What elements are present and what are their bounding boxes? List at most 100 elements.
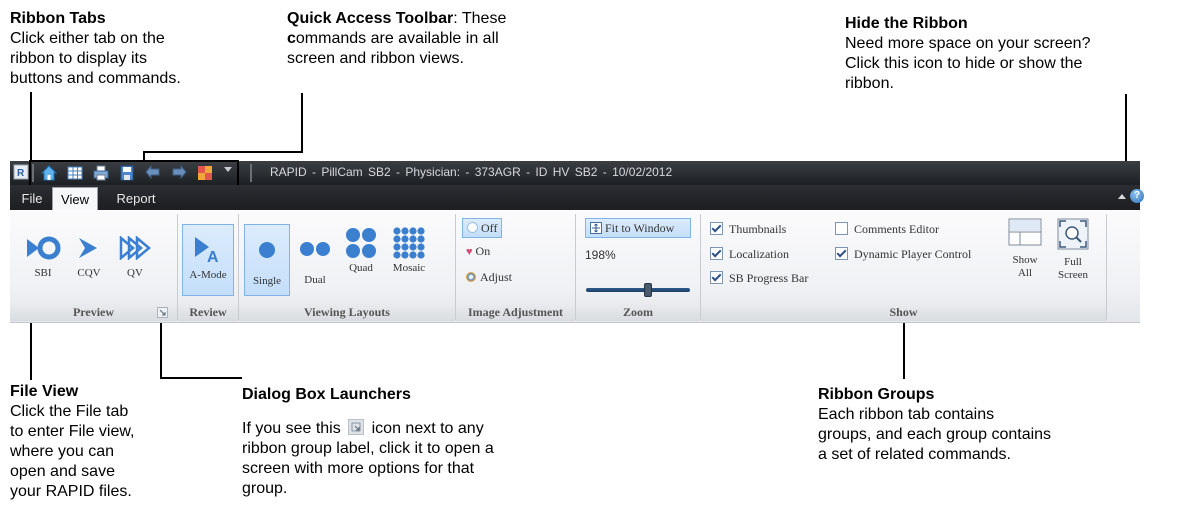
callout-line: icon next to any: [371, 420, 484, 437]
cqv-icon: [79, 238, 97, 258]
app-icon[interactable]: R: [13, 164, 29, 180]
dialog-launcher-icon: [348, 419, 365, 435]
callout-line: ommands are available in all: [295, 30, 499, 47]
qat-highlight-frame: [29, 160, 239, 188]
callout-line: groups, and each group contains: [818, 426, 1052, 443]
mosaic-label: Mosaic: [392, 262, 426, 274]
callout-lead: c: [287, 30, 296, 47]
full-screen-button[interactable]: Full Screen: [1050, 218, 1096, 296]
callout-file-view: File View Click the File tab to enter Fi…: [10, 382, 135, 502]
dual-layout-icon: [300, 242, 330, 256]
callout-line: Click the File tab: [10, 403, 129, 420]
callout-ribbon-groups: Ribbon Groups Each ribbon tab contains g…: [818, 385, 1051, 465]
thumbnails-label: Thumbnails: [729, 222, 787, 236]
zoom-slider-thumb[interactable]: [644, 283, 652, 297]
mosaic-layout-button[interactable]: Mosaic: [386, 226, 432, 294]
callout-line: open and save: [10, 463, 115, 480]
dual-label: Dual: [304, 274, 326, 286]
callout-line: a set of related commands.: [818, 446, 1011, 463]
dialog-launcher-arrow-icon: [159, 309, 166, 316]
quad-label: Quad: [349, 262, 373, 274]
callout-title-suffix: : These: [453, 10, 507, 27]
callout-line: group.: [242, 480, 288, 497]
full-screen-line1: Full: [1064, 256, 1082, 268]
cqv-button[interactable]: CQV: [68, 236, 110, 290]
group-label-zoom: Zoom: [576, 304, 700, 321]
callout-line: Click either tab on the: [10, 30, 165, 47]
adjust-icon: [466, 272, 476, 282]
callout-ribbon-tabs: Ribbon Tabs Click either tab on the ribb…: [10, 9, 181, 89]
callout-title: Hide the Ribbon: [845, 15, 968, 32]
callout-line: If you see this: [242, 420, 341, 437]
leader-qat-h: [143, 151, 303, 153]
callout-title: Ribbon Tabs: [10, 10, 106, 27]
qv-button[interactable]: QV: [114, 236, 156, 290]
fit-window-icon: [590, 222, 602, 234]
callout-line: ribbon.: [845, 75, 894, 92]
sbi-label: SBI: [34, 267, 52, 279]
callout-title: File View: [10, 383, 79, 400]
callout-line: Each ribbon tab contains: [818, 406, 995, 423]
callout-hide-ribbon: Hide the Ribbon Need more space on your …: [845, 14, 1090, 94]
callout-line: ribbon to display its: [10, 50, 147, 67]
leader-qat: [301, 93, 303, 153]
adjust-on-button[interactable]: ♥ On: [462, 242, 526, 262]
window-title: RAPID - PillCam SB2 - Physician: - 373AG…: [270, 165, 673, 179]
quad-layout-button[interactable]: Quad: [340, 226, 382, 294]
single-layout-icon: [259, 242, 275, 258]
callout-line: screen with more options for that: [242, 460, 475, 477]
group-label-image-adjustment: Image Adjustment: [456, 304, 575, 321]
group-label-show: Show: [701, 304, 1106, 321]
adjust-label: Adjust: [480, 270, 513, 284]
tab-file[interactable]: File: [12, 187, 52, 210]
dynamic-player-control-label: Dynamic Player Control: [854, 247, 972, 261]
callout-title: Quick Access Toolbar: [287, 10, 454, 27]
localization-label: Localization: [729, 247, 789, 261]
single-layout-button[interactable]: Single: [244, 224, 290, 296]
quad-layout-icon: [346, 228, 376, 258]
svg-text:R: R: [17, 168, 25, 179]
help-icon[interactable]: ?: [1130, 189, 1144, 203]
a-mode-button[interactable]: A A-Mode: [182, 224, 234, 296]
adjust-button[interactable]: Adjust: [462, 268, 546, 288]
tab-view[interactable]: View: [52, 187, 98, 210]
show-all-button[interactable]: Show All: [1003, 218, 1047, 296]
fit-to-window-button[interactable]: Fit to Window: [585, 218, 691, 238]
show-all-line2: All: [1017, 267, 1033, 279]
zoom-slider-track: [586, 288, 690, 292]
checkbox-box[interactable]: [710, 247, 723, 260]
callout-line: Need more space on your screen?: [845, 35, 1091, 52]
off-label: Off: [481, 221, 498, 235]
callout-title: Dialog Box Launchers: [242, 386, 411, 403]
localization-checkbox[interactable]: Localization: [710, 247, 789, 262]
full-screen-line2: Screen: [1058, 269, 1088, 281]
callout-title-row: Quick Access Toolbar: These: [287, 9, 506, 29]
tab-report[interactable]: Report: [106, 187, 166, 210]
checkbox-box[interactable]: [835, 222, 848, 235]
cqv-label: CQV: [77, 267, 101, 279]
checkbox-box[interactable]: [710, 222, 723, 235]
callout-line: buttons and commands.: [10, 70, 181, 87]
checkbox-box[interactable]: [710, 271, 723, 284]
callout-line: to enter File view,: [10, 423, 135, 440]
dynamic-player-control-checkbox[interactable]: Dynamic Player Control: [835, 247, 971, 262]
on-label: On: [475, 244, 491, 258]
dialog-launcher-button[interactable]: [157, 307, 168, 318]
group-label-review: Review: [178, 304, 238, 321]
comments-editor-checkbox[interactable]: Comments Editor: [835, 222, 939, 237]
sb-progress-bar-checkbox[interactable]: SB Progress Bar: [710, 271, 808, 286]
sbi-button[interactable]: SBI: [22, 236, 64, 290]
dual-layout-button[interactable]: Dual: [294, 238, 336, 294]
minimize-ribbon-icon[interactable]: [1118, 194, 1126, 199]
zoom-slider[interactable]: [586, 283, 690, 297]
callout-quick-access-toolbar: Quick Access Toolbar: These commands are…: [287, 9, 506, 69]
single-label: Single: [252, 275, 282, 287]
mosaic-layout-icon: [393, 227, 425, 259]
thumbnails-checkbox[interactable]: Thumbnails: [710, 222, 786, 237]
leader-dialog-launcher: [160, 322, 162, 379]
zoom-level: 198%: [585, 248, 616, 262]
checkbox-box[interactable]: [835, 247, 848, 260]
callout-dialog-box-launchers: Dialog Box Launchers If you see this ico…: [242, 385, 494, 499]
group-separator: [1106, 214, 1107, 320]
adjust-off-button[interactable]: Off: [462, 218, 502, 238]
